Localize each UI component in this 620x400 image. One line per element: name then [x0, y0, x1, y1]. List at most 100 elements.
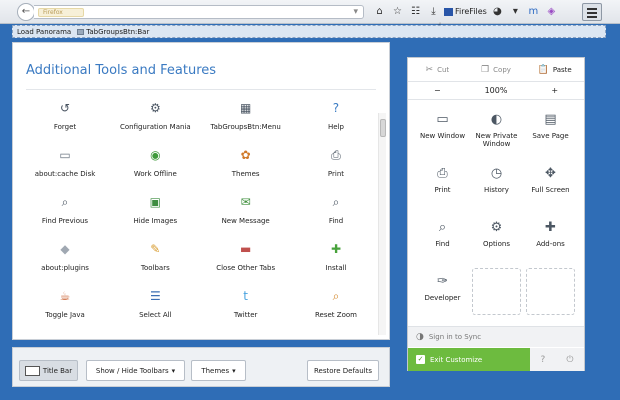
flag-icon — [444, 7, 453, 16]
tool-icon: ? — [332, 101, 340, 115]
tool-label: Themes — [231, 170, 260, 178]
menu-item-options[interactable]: ⚙ Options — [472, 214, 521, 264]
zoom-reset-button[interactable]: 100% — [467, 82, 526, 99]
scrollbar-thumb[interactable] — [380, 119, 386, 137]
cut-label: Cut — [437, 65, 450, 74]
title-bar-button[interactable]: Title Bar — [19, 360, 78, 381]
power-icon[interactable]: ⏻ — [566, 355, 573, 365]
menu-item-find[interactable]: ⌕ Find — [418, 214, 467, 264]
palette-tool-install[interactable]: ✚ Install — [299, 238, 373, 285]
zoom-out-button[interactable]: − — [408, 82, 467, 99]
palette-tool-find-previous[interactable]: ⌕ Find Previous — [28, 191, 102, 238]
palette-tool-help[interactable]: ? Help — [299, 97, 373, 144]
menu-item-new-private-window[interactable]: ◐ New Private Window — [472, 106, 521, 156]
chevron-down-icon[interactable]: ▾ — [508, 4, 523, 19]
palette-tool-themes[interactable]: ✿ Themes — [209, 144, 283, 191]
menu-item-full-screen[interactable]: ✥ Full Screen — [526, 160, 575, 210]
menu-button[interactable] — [582, 3, 602, 21]
palette-tool-select-all[interactable]: ☰ Select All — [118, 285, 192, 332]
tool-icon: ⌕ — [61, 194, 69, 209]
tool-label: about:cache Disk — [34, 170, 96, 178]
bookmark-load-panorama[interactable]: Load Panorama — [17, 28, 71, 36]
addon-icon[interactable]: ◕ — [490, 4, 505, 19]
sync-button[interactable]: ◑ Sign in to Sync — [408, 326, 584, 347]
dropdown-arrow-icon[interactable]: ▾ — [353, 7, 358, 17]
menu-item-developer[interactable]: ✑ Developer — [418, 268, 467, 318]
list-icon[interactable]: ☷ — [408, 4, 423, 19]
paste-button[interactable]: 📋 Paste — [525, 58, 584, 81]
customize-palette: Additional Tools and Features ↺ Forget ⚙ Co… — [12, 42, 390, 340]
m-addon-icon[interactable]: m — [526, 4, 541, 19]
palette-tool-find[interactable]: ⌕ Find — [299, 191, 373, 238]
bookmark-label: Load Panorama — [17, 27, 72, 36]
palette-tool-print[interactable]: ⎙ Print — [299, 144, 373, 191]
cut-button[interactable]: ✂ Cut — [408, 58, 467, 81]
menu-item-save-page[interactable]: ▤ Save Page — [526, 106, 575, 156]
bookmarks-toolbar: Load Panorama TabGroupsBtn:Bar — [12, 25, 606, 38]
exit-label: Exit Customize — [430, 355, 483, 364]
firefiles-button[interactable]: FireFiles — [444, 4, 487, 19]
tool-icon: t — [243, 289, 249, 303]
tool-label: Twitter — [233, 311, 258, 319]
back-button[interactable]: ← — [17, 3, 35, 21]
palette-tool-tabgroupsbtn-menu[interactable]: ▦ TabGroupsBtn:Menu — [209, 97, 283, 144]
copy-button[interactable]: ❐ Copy — [467, 58, 526, 81]
exit-customize-button[interactable]: ✓ Exit Customize — [408, 348, 530, 371]
menu-item-icon: ▭ — [436, 111, 449, 127]
toolbar-icons: ⌂ ☆ ☷ ⤓ FireFiles ◕ ▾ m ◈ — [372, 4, 559, 19]
tool-label: Help — [328, 123, 344, 131]
tool-label: Select All — [139, 311, 172, 319]
palette-tool-about-cache-disk[interactable]: ▭ about:cache Disk — [28, 144, 102, 191]
tool-icon: ◉ — [150, 148, 161, 162]
menu-item-label: Save Page — [532, 132, 569, 140]
folder-icon — [77, 28, 85, 35]
url-bar[interactable]: Firefox ▾ — [34, 5, 364, 19]
restore-defaults-button[interactable]: Restore Defaults — [307, 360, 379, 381]
star-icon[interactable]: ☆ — [390, 4, 405, 19]
palette-tool-twitter[interactable]: t Twitter — [209, 285, 283, 332]
customize-footer: Title Bar Show / Hide Toolbars ▾ Themes … — [12, 347, 390, 387]
checkbox-icon — [24, 365, 40, 376]
menu-item-new-window[interactable]: ▭ New Window — [418, 106, 467, 156]
url-identity-box[interactable]: Firefox — [38, 8, 84, 17]
firefiles-label: FireFiles — [455, 7, 487, 16]
tool-icon: ☰ — [149, 289, 161, 303]
empty-menu-slot[interactable] — [526, 268, 575, 315]
scrollbar[interactable] — [378, 113, 386, 335]
tool-label: New Message — [221, 217, 270, 225]
palette-tool-about-plugins[interactable]: ◆ about:plugins — [28, 238, 102, 285]
palette-tool-configuration-mania[interactable]: ⚙ Configuration Mania — [118, 97, 192, 144]
tool-label: Print — [327, 170, 345, 178]
dropdown-arrow-icon: ▾ — [232, 366, 236, 375]
tool-icon: ▬ — [239, 242, 252, 256]
palette-tool-work-offline[interactable]: ◉ Work Offline — [118, 144, 192, 191]
empty-menu-slot[interactable] — [472, 268, 521, 315]
menu-item-label: History — [484, 186, 509, 194]
show-hide-toolbars-button[interactable]: Show / Hide Toolbars ▾ — [86, 360, 185, 381]
palette-tool-reset-zoom[interactable]: ⌕ Reset Zoom — [299, 285, 373, 332]
palette-tool-forget[interactable]: ↺ Forget — [28, 97, 102, 144]
download-icon[interactable]: ⤓ — [426, 4, 441, 19]
themes-button[interactable]: Themes ▾ — [191, 360, 246, 381]
tool-label: Forget — [53, 123, 77, 131]
help-icon[interactable]: ? — [541, 355, 546, 365]
tool-label: Find — [328, 217, 344, 225]
hamburger-line — [587, 12, 597, 14]
tool-icon: ↺ — [59, 101, 71, 115]
menu-item-history[interactable]: ◷ History — [472, 160, 521, 210]
zoom-in-button[interactable]: + — [525, 82, 584, 99]
palette-tool-hide-images[interactable]: ▣ Hide Images — [118, 191, 192, 238]
menu-item-icon: ⌕ — [438, 219, 447, 235]
bookmark-tabgroups-bar[interactable]: TabGroupsBtn:Bar — [77, 28, 149, 36]
palette-tool-toolbars[interactable]: ✎ Toolbars — [118, 238, 192, 285]
tool-icon: ✎ — [150, 242, 161, 256]
menu-item-add-ons[interactable]: ✚ Add-ons — [526, 214, 575, 264]
palette-tool-close-other-tabs[interactable]: ▬ Close Other Tabs — [209, 238, 283, 285]
palette-tool-toggle-java[interactable]: ☕ Toggle Java — [28, 285, 102, 332]
tool-icon: ✚ — [330, 242, 342, 256]
palette-tool-new-message[interactable]: ✉ New Message — [209, 191, 283, 238]
home-icon[interactable]: ⌂ — [372, 4, 387, 19]
menu-item-print[interactable]: ⎙ Print — [418, 160, 467, 210]
mask-icon[interactable]: ◈ — [544, 4, 559, 19]
menu-item-label: Full Screen — [531, 186, 570, 194]
